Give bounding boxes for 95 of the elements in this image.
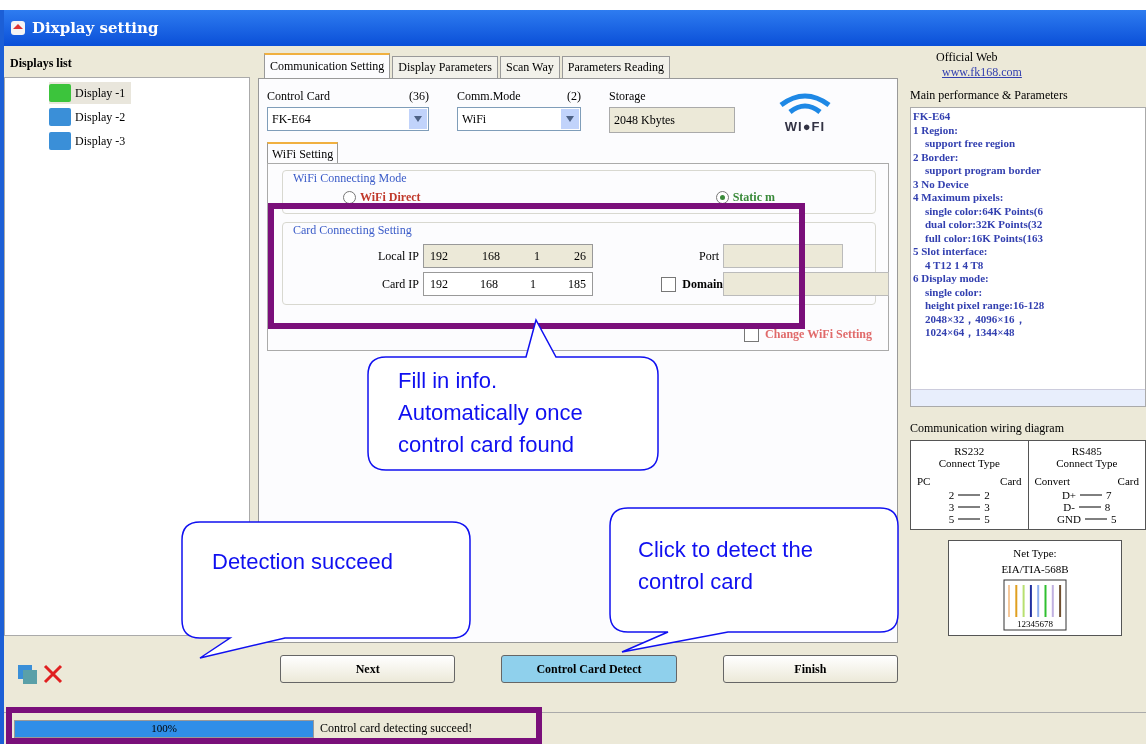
group-title: Card Connecting Setting — [293, 223, 413, 238]
callout-text: Fill in info. Automatically once control card found — [398, 367, 583, 459]
radio-option[interactable]: WiFi Direct — [343, 190, 421, 205]
parameter-line: 1024×64，1344×48 — [924, 326, 1016, 340]
wire-line — [958, 506, 981, 508]
section-title: Main performance & Parameters — [910, 88, 1069, 103]
official-web-label: Official Web — [936, 50, 999, 65]
column-header: Card — [1117, 475, 1139, 487]
app-icon — [10, 20, 26, 36]
wifi-logo-text: WI●FI — [784, 119, 826, 134]
group-title: WiFi Connecting Mode — [293, 171, 408, 186]
radio-option[interactable]: Static m — [715, 190, 775, 205]
pin-label: D+ — [1061, 489, 1077, 501]
horizontal-scrollbar[interactable] — [911, 389, 1145, 406]
wire-line — [1080, 494, 1103, 496]
parameter-line: dual color:32K Points(32 — [924, 218, 1044, 232]
connect-title: RS232 — [954, 445, 985, 457]
pin-label: 8 — [1104, 501, 1111, 513]
field-label: Card IP — [381, 276, 420, 292]
pin-label: D- — [1063, 501, 1075, 513]
wire-line — [958, 494, 981, 496]
tab[interactable]: Display Parameters — [392, 56, 498, 78]
field-label: Storage — [609, 89, 647, 104]
display-icon — [49, 108, 71, 126]
chevron-icon — [414, 116, 422, 122]
parameter-line: 2 Border: — [913, 150, 960, 164]
tab[interactable]: Communication Setting — [264, 53, 391, 78]
parameter-line: 1 Region: — [913, 123, 959, 137]
field-label: Port — [698, 248, 720, 264]
action-button[interactable]: Finish — [722, 655, 898, 683]
display-icon — [49, 132, 71, 150]
cable-drawing: 12345678 — [1003, 579, 1067, 631]
parameter-line: full color:16K Points(163 — [924, 231, 1044, 245]
connect-subtitle: Connect Type — [1056, 457, 1118, 469]
action-button[interactable]: Next — [280, 655, 456, 683]
tree-item[interactable]: Display -1 — [49, 82, 132, 104]
dropdown[interactable]: FK-E64 — [267, 107, 429, 131]
sub-tab[interactable]: WiFi Setting — [267, 142, 339, 164]
pin-label: 5 — [1110, 513, 1117, 525]
panel-title: Displays list — [9, 55, 73, 72]
connect-title: RS485 — [1071, 445, 1102, 457]
website-link[interactable]: www.fk168.com — [936, 65, 1146, 80]
field-label: Comm.Mode — [457, 89, 521, 104]
ip-field[interactable]: 192 168 1 185 — [423, 272, 593, 296]
wire-line — [1084, 518, 1107, 520]
domain-checkbox[interactable]: Domain — [661, 276, 723, 292]
tab[interactable]: Scan Way — [499, 56, 560, 78]
parameter-line: 4 Maximum pixels: — [913, 191, 1005, 205]
parameter-line: support program border — [924, 164, 1042, 178]
progress-label: 100% — [150, 721, 178, 734]
net-type-title: Net Type: — [1013, 547, 1057, 559]
wire-line — [958, 518, 981, 520]
delete-icon[interactable] — [42, 663, 64, 685]
pin-label: 3 — [948, 501, 955, 513]
storage-field: 2048 Kbytes — [609, 107, 735, 133]
wire-line — [1078, 506, 1101, 508]
field-label: Control Card — [267, 89, 330, 104]
parameter-line: FK-E64 — [913, 110, 952, 124]
net-standard: EIA/TIA-568B — [1001, 563, 1069, 575]
tree-item[interactable]: Display -2 — [49, 106, 132, 128]
count-label: (36) — [409, 89, 429, 104]
pin-label: GND — [1057, 513, 1081, 525]
parameter-line: support free region — [924, 137, 1017, 151]
pin-label: 2 — [984, 489, 990, 501]
parameter-line: single color: — [924, 285, 984, 299]
parameter-line: 5 Slot interface: — [913, 245, 989, 259]
window-title: Dixplay setting — [32, 19, 159, 37]
pin-label: 3 — [984, 501, 990, 513]
chevron-icon — [566, 116, 574, 122]
parameter-line: 3 No Device — [913, 177, 970, 191]
pin-label: 5 — [948, 513, 955, 525]
display-icon — [49, 84, 71, 102]
action-button[interactable]: Control Card Detect — [501, 655, 677, 683]
callout-text: Click to detect the control card — [638, 536, 813, 596]
column-header: PC — [917, 475, 931, 487]
status-message: Control card detecting succeed! — [319, 721, 473, 736]
parameter-line: 4 T12 1 4 T8 — [924, 258, 985, 272]
connect-subtitle: Connect Type — [938, 457, 1000, 469]
count-label: (2) — [567, 89, 581, 104]
parameter-line: 2048×32，4096×16， — [924, 312, 1027, 326]
field-label: Local IP — [377, 248, 420, 264]
parameter-line: height pixel range:16-128 — [924, 299, 1046, 313]
pin-label: 2 — [948, 489, 955, 501]
parameter-line: single color:64K Points(6 — [924, 204, 1044, 218]
column-header: Convert — [1034, 475, 1070, 487]
column-header: Card — [1000, 475, 1022, 487]
pin-label: 7 — [1106, 489, 1112, 501]
dropdown[interactable]: WiFi — [457, 107, 581, 131]
tree-item[interactable]: Display -3 — [49, 130, 132, 152]
add-display-icon[interactable] — [16, 663, 38, 685]
tab[interactable]: Parameters Reading — [561, 56, 671, 78]
section-title: Communication wiring diagram — [910, 421, 1065, 436]
callout-text: Detection succeed — [212, 548, 393, 576]
pin-label: 5 — [984, 513, 990, 525]
parameter-line: 6 Display mode: — [913, 272, 990, 286]
